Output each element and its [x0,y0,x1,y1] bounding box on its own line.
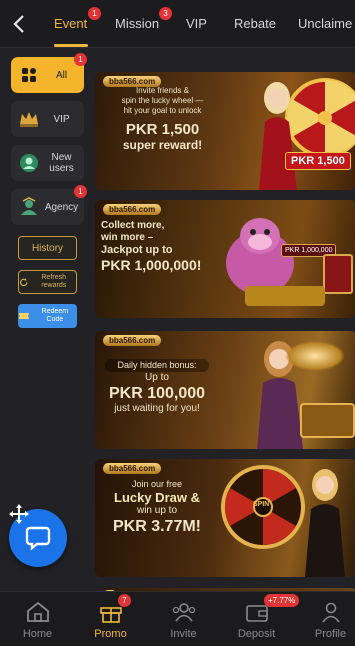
drag-move-icon[interactable] [8,503,30,525]
tab-event-badge: 1 [88,7,101,20]
promo-banner-jackpot[interactable]: bba566.com Collect more, win more – Jack… [95,200,355,318]
tab-unclaimed[interactable]: Unclaime [298,16,352,31]
grid-icon [16,62,42,88]
tab-mission[interactable]: Mission [115,16,159,31]
agency-icon [16,194,42,220]
redeem-code-button[interactable]: Redeem Code [18,304,77,328]
new-user-icon [16,150,42,176]
sidebar-item-vip[interactable]: VIP [11,101,84,137]
banner-text: Join our free Lucky Draw & win up to PKR… [112,479,202,535]
spin-label: SPIN [253,501,270,508]
profile-icon [318,600,344,624]
top-tab-bar: Event 1 Mission 3 VIP Rebate Unclaime [0,0,355,48]
sidebar-all-badge: 1 [74,53,87,66]
active-tab-indicator [54,44,88,47]
bottom-navigation: Home Promo 7 Invite Deposit +7.77% Profi… [0,591,355,646]
treasure-chest-figure [300,403,355,438]
sidebar-agency-badge: 1 [74,185,87,198]
nav-profile[interactable]: Profile [295,592,355,646]
chat-bubble-icon [25,526,51,551]
vip-crown-icon [16,106,42,132]
promotions-screen: Event 1 Mission 3 VIP Rebate Unclaime Al… [0,0,355,646]
banner-text: Collect more, win more – Jackpot up to P… [101,220,202,273]
tab-vip[interactable]: VIP [186,16,207,31]
back-button[interactable] [8,12,30,36]
slot-machine-figure [323,254,353,294]
nav-invite[interactable]: Invite [148,592,219,646]
treasure-chest-figure [245,286,325,306]
banner-text: Invite friends & spin the lucky wheel — … [121,86,204,152]
prize-tag: PKR 1,500 [285,152,351,170]
promo-banner-lucky-draw[interactable]: bba566.com Join our free Lucky Draw & wi… [95,459,355,577]
sidebar-item-agency[interactable]: Agency [11,189,84,225]
sidebar-item-label: All [55,69,68,81]
chevron-left-icon [13,15,24,33]
site-logo: bba566.com [103,335,162,346]
hostess-figure [259,82,297,190]
promo-banner-invite-spin[interactable]: bba566.com Invite friends & spin the luc… [95,72,355,190]
site-logo: bba566.com [103,463,162,474]
invite-icon [171,600,197,624]
tab-event[interactable]: Event [54,16,87,31]
hostess-figure [305,469,345,577]
history-button[interactable]: History [18,236,77,260]
sidebar-item-label: New users [49,152,74,174]
home-icon [25,600,51,624]
refresh-rewards-button[interactable]: Refresh rewards [18,270,77,294]
chandelier-figure [285,341,345,371]
tab-mission-badge: 3 [159,7,172,20]
promo-badge: 7 [118,594,131,607]
site-logo: bba566.com [103,204,162,215]
sidebar-item-new-users[interactable]: New users [11,145,84,181]
ticket-icon [18,313,29,319]
banner-text: Daily hidden bonus: Up to PKR 100,000 ju… [95,359,219,415]
tab-rebate[interactable]: Rebate [234,16,276,31]
nav-promo[interactable]: Promo [75,592,146,646]
sidebar-item-all[interactable]: All [11,57,84,93]
promo-banner-daily-bonus[interactable]: bba566.com Daily hidden bonus: Up to PKR… [95,331,355,449]
nav-home[interactable]: Home [2,592,73,646]
refresh-icon [20,277,28,286]
sidebar-item-label: Agency [44,201,79,213]
sidebar-item-label: VIP [53,113,70,125]
